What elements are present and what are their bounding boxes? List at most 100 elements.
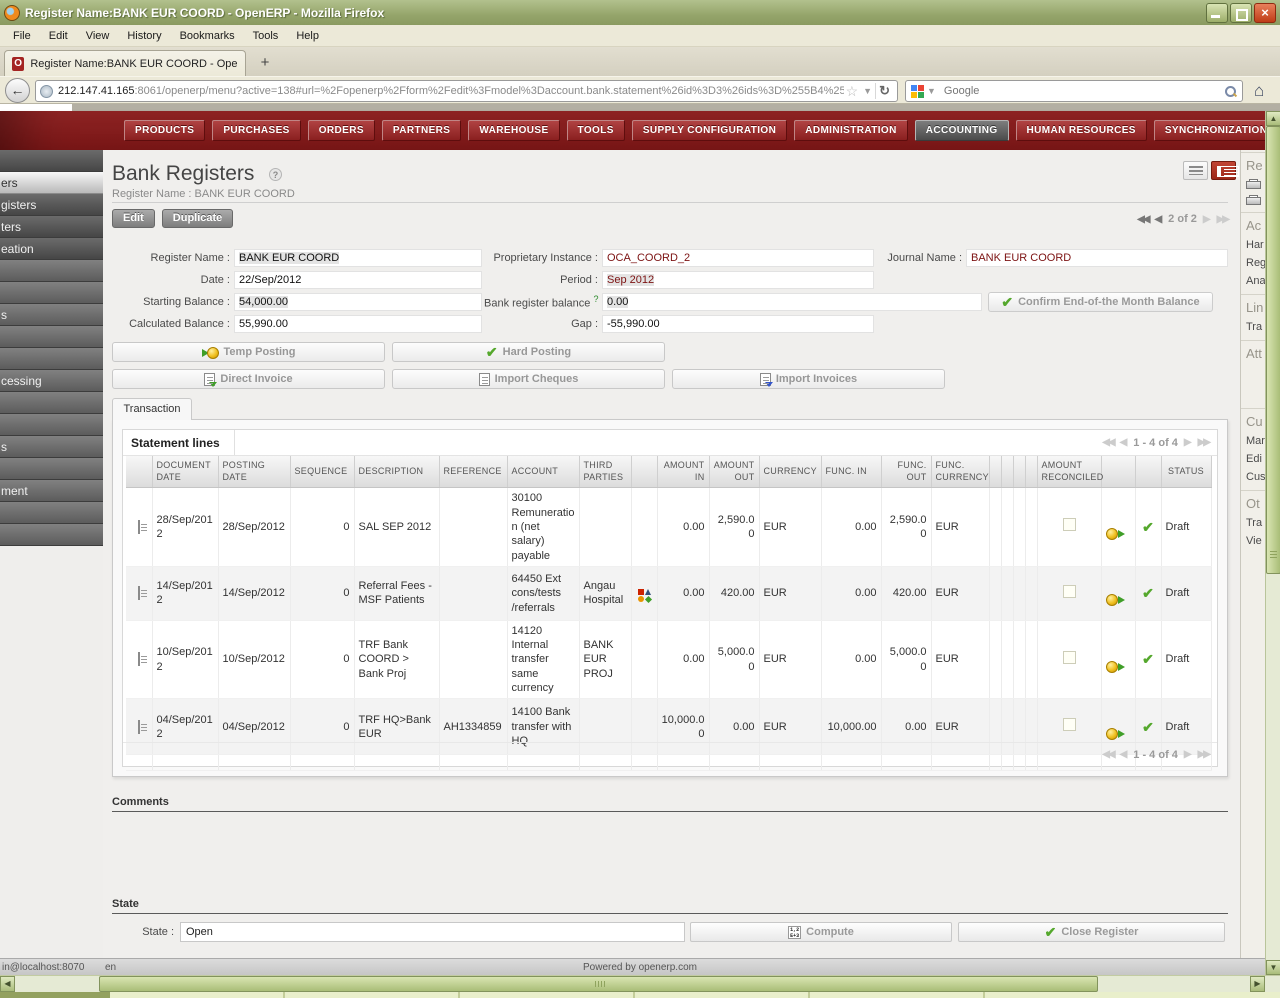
first-page-icon[interactable] xyxy=(1102,437,1113,448)
bookmark-star-icon[interactable]: ☆ xyxy=(844,83,861,100)
prev-page-icon[interactable] xyxy=(1120,437,1128,448)
nav-partners[interactable]: PARTNERS xyxy=(381,120,462,141)
confirm-month-balance-button[interactable]: Confirm End-of-the Month Balance xyxy=(988,292,1213,312)
compute-button[interactable]: 1,2 E+3 Compute xyxy=(690,922,952,942)
last-record-icon[interactable] xyxy=(1217,214,1228,225)
open-line-icon[interactable] xyxy=(137,652,140,667)
sidebar-item-selected[interactable]: ers xyxy=(0,172,103,194)
next-record-icon[interactable] xyxy=(1203,214,1211,225)
journal-name-value[interactable]: BANK EUR COORD xyxy=(966,249,1228,267)
scroll-up-icon[interactable]: ▲ xyxy=(1266,111,1280,126)
amount-reconciled-checkbox[interactable] xyxy=(1062,518,1076,532)
sidebar-item[interactable] xyxy=(0,282,103,304)
url-dropdown-icon[interactable]: ▼ xyxy=(860,86,875,96)
duplicate-button[interactable]: Duplicate xyxy=(161,209,234,228)
temp-posting-button[interactable]: Temp Posting xyxy=(112,342,385,362)
nav-warehouse[interactable]: WAREHOUSE xyxy=(468,120,560,141)
first-record-icon[interactable] xyxy=(1137,214,1148,225)
scroll-right-icon[interactable]: ▶ xyxy=(1250,976,1265,992)
search-engine-dropdown-icon[interactable]: ▼ xyxy=(924,86,939,96)
menu-help[interactable]: Help xyxy=(287,27,328,45)
menu-history[interactable]: History xyxy=(118,27,170,45)
search-input[interactable] xyxy=(943,85,1224,97)
sidebar-item[interactable]: s xyxy=(0,436,103,458)
statement-row[interactable]: 14/Sep/2012 14/Sep/2012 0 Referral Fees … xyxy=(126,566,1212,621)
sidebar-item[interactable] xyxy=(0,524,103,546)
url-text[interactable]: 212.147.41.165:8061/openerp/menu?active=… xyxy=(58,85,844,97)
minimize-button[interactable] xyxy=(1206,2,1228,23)
statement-row[interactable]: 28/Sep/2012 28/Sep/2012 0 SAL SEP 2012 3… xyxy=(126,487,1212,567)
reload-icon[interactable]: ↻ xyxy=(875,83,893,99)
open-line-icon[interactable] xyxy=(137,719,140,734)
sidebar-item[interactable] xyxy=(0,502,103,524)
hard-posting-icon[interactable] xyxy=(1142,519,1154,535)
hard-posting-icon[interactable] xyxy=(1142,585,1154,601)
hard-posting-icon[interactable] xyxy=(1142,719,1154,735)
restore-button[interactable] xyxy=(1230,2,1252,23)
nav-administration[interactable]: ADMINISTRATION xyxy=(794,120,908,141)
search-magnifier-icon[interactable] xyxy=(1224,85,1237,98)
sidebar-item[interactable]: ment xyxy=(0,480,103,502)
google-icon[interactable] xyxy=(911,84,924,98)
back-button[interactable]: ← xyxy=(5,78,30,103)
nav-human-resources[interactable]: HUMAN RESOURCES xyxy=(1015,120,1147,141)
open-line-icon[interactable] xyxy=(137,519,140,534)
nav-supply-configuration[interactable]: SUPPLY CONFIGURATION xyxy=(631,120,788,141)
next-page-icon[interactable] xyxy=(1184,437,1192,448)
menu-file[interactable]: File xyxy=(4,27,40,45)
sidebar-item[interactable] xyxy=(0,150,103,172)
vertical-scrollbar[interactable]: ▲ ▼ xyxy=(1265,111,1280,975)
proprietary-instance-value[interactable]: OCA_COORD_2 xyxy=(602,249,874,267)
list-view-icon[interactable] xyxy=(1183,161,1208,180)
sidebar-item[interactable]: cessing xyxy=(0,370,103,392)
help-icon[interactable]: ? xyxy=(269,168,282,181)
import-invoices-button[interactable]: Import Invoices xyxy=(672,369,945,389)
url-bar[interactable]: 212.147.41.165:8061/openerp/menu?active=… xyxy=(35,80,898,102)
import-cheques-button[interactable]: Import Cheques xyxy=(392,369,665,389)
first-page-icon[interactable] xyxy=(1102,749,1113,760)
sidebar-item[interactable] xyxy=(0,414,103,436)
amount-reconciled-checkbox[interactable] xyxy=(1062,718,1076,732)
home-icon[interactable]: ⌂ xyxy=(1254,81,1264,101)
menu-edit[interactable]: Edit xyxy=(40,27,77,45)
sidebar-item[interactable] xyxy=(0,458,103,480)
nav-products[interactable]: PRODUCTS xyxy=(124,120,206,141)
vertical-scrollbar-thumb[interactable] xyxy=(1266,126,1280,574)
hard-posting-icon[interactable] xyxy=(1142,651,1154,667)
sidebar-item[interactable] xyxy=(0,326,103,348)
sidebar-item[interactable] xyxy=(0,348,103,370)
close-register-button[interactable]: Close Register xyxy=(958,922,1225,942)
prev-page-icon[interactable] xyxy=(1120,749,1128,760)
menu-bookmarks[interactable]: Bookmarks xyxy=(171,27,244,45)
horizontal-scrollbar[interactable]: ◀ ▶ xyxy=(0,975,1280,992)
browser-tab-active[interactable]: O Register Name:BANK EUR COORD - OpenERP xyxy=(4,50,246,76)
edit-button[interactable]: Edit xyxy=(112,209,155,228)
direct-invoice-button[interactable]: Direct Invoice xyxy=(112,369,385,389)
sidebar-item[interactable] xyxy=(0,392,103,414)
statement-row[interactable]: 10/Sep/2012 10/Sep/2012 0 TRF Bank COORD… xyxy=(126,620,1212,700)
scroll-left-icon[interactable]: ◀ xyxy=(0,976,15,992)
new-tab-button[interactable]: + xyxy=(252,52,278,74)
nav-orders[interactable]: ORDERS xyxy=(307,120,375,141)
prev-record-icon[interactable] xyxy=(1154,214,1162,225)
menu-view[interactable]: View xyxy=(77,27,119,45)
hard-posting-button[interactable]: Hard Posting xyxy=(392,342,665,362)
next-page-icon[interactable] xyxy=(1184,749,1192,760)
sidebar-item[interactable]: ters xyxy=(0,216,103,238)
nav-accounting[interactable]: ACCOUNTING xyxy=(914,120,1009,141)
period-value[interactable]: Sep 2012 xyxy=(602,271,874,289)
last-page-icon[interactable] xyxy=(1198,749,1209,760)
nav-synchronization[interactable]: SYNCHRONIZATION xyxy=(1153,120,1279,141)
nav-tools[interactable]: TOOLS xyxy=(566,120,625,141)
sidebar-item[interactable]: s xyxy=(0,304,103,326)
menu-tools[interactable]: Tools xyxy=(244,27,288,45)
sidebar-item[interactable]: eation xyxy=(0,238,103,260)
scroll-down-icon[interactable]: ▼ xyxy=(1266,960,1280,975)
amount-reconciled-checkbox[interactable] xyxy=(1062,650,1076,664)
site-identity-icon[interactable] xyxy=(40,84,53,98)
tab-transaction[interactable]: Transaction xyxy=(112,398,192,420)
horizontal-scrollbar-thumb[interactable] xyxy=(99,976,1098,992)
close-button[interactable]: × xyxy=(1254,2,1276,23)
last-page-icon[interactable] xyxy=(1198,437,1209,448)
form-view-icon[interactable] xyxy=(1211,161,1239,180)
